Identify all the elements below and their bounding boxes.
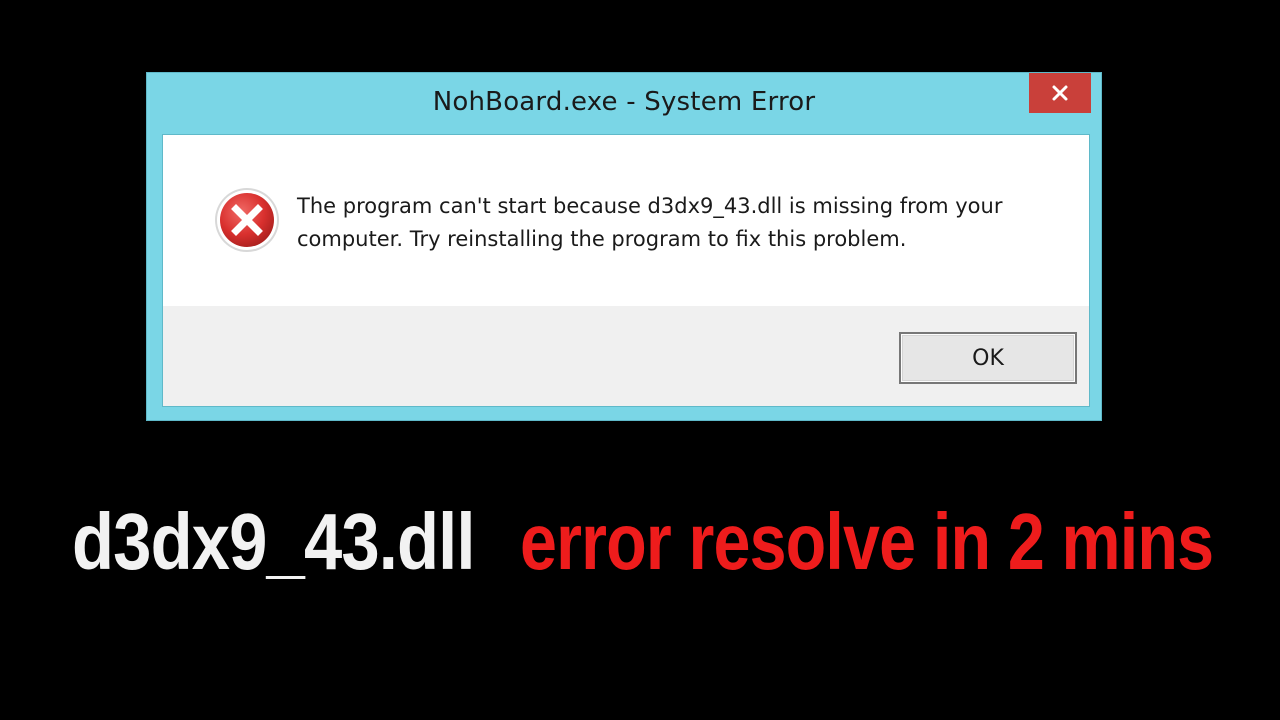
ok-button[interactable]: OK xyxy=(899,332,1077,384)
thumbnail-canvas: NohBoard.exe - System Error The program … xyxy=(0,0,1280,720)
caption-tagline: error resolve in 2 mins xyxy=(520,497,1214,586)
dialog-message-panel: The program can't start because d3dx9_43… xyxy=(163,135,1089,306)
error-icon xyxy=(215,188,279,252)
close-icon xyxy=(1052,85,1068,101)
caption-filename: d3dx9_43.dll xyxy=(72,497,476,586)
dialog-title: NohBoard.exe - System Error xyxy=(432,87,816,117)
error-message: The program can't start because d3dx9_43… xyxy=(297,194,1003,251)
system-error-dialog: NohBoard.exe - System Error The program … xyxy=(146,72,1102,421)
dialog-titlebar[interactable]: NohBoard.exe - System Error xyxy=(147,73,1101,133)
dialog-client-area: The program can't start because d3dx9_43… xyxy=(162,134,1090,407)
close-button[interactable] xyxy=(1029,73,1091,113)
